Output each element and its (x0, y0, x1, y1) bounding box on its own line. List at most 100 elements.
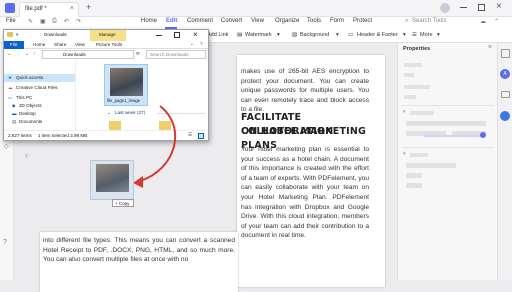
search-tools-input[interactable]: Search Tools (412, 18, 447, 24)
menu-organize[interactable]: Organize (275, 18, 299, 24)
thumbnail-view-icon[interactable] (198, 133, 204, 139)
menu-protect[interactable]: Protect (353, 18, 372, 24)
menu-view[interactable]: View (251, 18, 264, 24)
address-bar[interactable]: Downloads (42, 50, 134, 59)
menu-comment[interactable]: Comment (187, 18, 213, 24)
file-explorer-window[interactable]: ▾ Downloads Manage × File Home Share Vie… (3, 29, 209, 141)
add-link-button[interactable]: Add Link (207, 32, 228, 38)
page-right: makes use of 265-bit AES encryption to p… (237, 55, 385, 287)
paragraph-encryption[interactable]: makes use of 265-bit AES encryption to p… (241, 67, 369, 115)
placeholder-bar (406, 121, 486, 126)
help-icon[interactable]: ? (200, 41, 203, 46)
menu-tools[interactable]: Tools (307, 18, 321, 24)
address-path: Downloads (63, 52, 86, 57)
close-tab-icon[interactable]: × (70, 5, 74, 12)
menu-file[interactable]: File (6, 18, 16, 24)
group-collapse-icon[interactable]: ⌄ (107, 110, 111, 116)
ribbon-tab-file[interactable]: File (4, 41, 24, 49)
comment-icon[interactable] (501, 91, 510, 98)
nav-item-documents[interactable]: Documents (19, 119, 42, 124)
search-icon: ⌕ (405, 18, 409, 24)
paragraph-convert[interactable]: into different file types. This means yo… (43, 236, 235, 265)
search-downloads-input[interactable]: Search Downloads (146, 50, 206, 59)
placeholder-bar (406, 163, 456, 168)
menu-convert[interactable]: Convert (221, 18, 242, 24)
more-icon: ☰ (412, 32, 417, 38)
nav-item-desktop[interactable]: Desktop (19, 111, 36, 116)
ribbon-tab-home[interactable]: Home (33, 42, 45, 47)
explorer-address-row: ← → ⌄ ↑ Downloads ⟳ Search Downloads (4, 49, 208, 60)
cloud-icon[interactable]: ☁ (480, 18, 486, 25)
watermark-button[interactable]: Watermark (245, 32, 272, 38)
collapse-icon[interactable]: ⌃ (494, 18, 499, 25)
up-icon[interactable]: ↑ (33, 51, 35, 56)
nav-item-creative-cloud[interactable]: Creative Cloud Files (16, 85, 57, 90)
menu-edit-icon[interactable]: ✎ (28, 18, 33, 25)
help-icon[interactable]: ? (3, 239, 7, 246)
menu-print-icon[interactable]: ⎙ (52, 18, 57, 25)
back-icon[interactable]: ← (7, 51, 12, 56)
manage-tab[interactable]: Manage (90, 30, 126, 41)
properties-icon[interactable] (501, 49, 510, 58)
folder-thumbnail[interactable] (159, 121, 171, 130)
group-label[interactable]: Last week (27) (115, 110, 145, 115)
header-footer-button[interactable]: Header & Footer (357, 32, 398, 38)
file-name: file_page1_image (107, 98, 141, 103)
bookmark-icon[interactable]: ◇ (4, 143, 9, 150)
chevron-down-icon[interactable]: ▾ (403, 109, 406, 115)
menu-home[interactable]: Home (141, 18, 157, 24)
blue-tool-icon[interactable] (500, 111, 510, 121)
close-window-icon[interactable]: × (496, 1, 502, 12)
menu-redo-icon[interactable]: ↷ (76, 18, 81, 25)
nav-item-quick-access[interactable]: ★ Quick access (4, 74, 75, 82)
ribbon-tab-picture-tools[interactable]: Picture Tools (96, 42, 122, 47)
star-icon: ★ (8, 75, 13, 80)
copy-tooltip: + Copy (112, 199, 134, 207)
placeholder-bar (404, 73, 414, 77)
close-window-icon[interactable]: × (193, 30, 198, 39)
folder-icon (7, 32, 13, 37)
page-nav-left-icon[interactable]: ‹ (25, 150, 28, 160)
details-view-icon[interactable]: ☰ (188, 132, 192, 138)
group-divider (157, 113, 205, 114)
nav-item-3d-objects[interactable]: 3D Objects (19, 103, 42, 108)
paragraph-collaboration[interactable]: Your hotel marketing plan is essential t… (241, 145, 369, 241)
new-tab-icon[interactable]: + (86, 2, 91, 12)
menu-edit[interactable]: Edit (166, 18, 177, 24)
explorer-title: Downloads (44, 32, 67, 37)
item-count: 2,627 items (8, 133, 32, 138)
refresh-icon[interactable]: ⟳ (136, 51, 140, 57)
drag-ghost-thumbnail (96, 164, 129, 192)
maximize-icon[interactable] (174, 32, 180, 38)
minimize-icon[interactable] (156, 35, 162, 36)
file-thumbnail-selected[interactable]: file_page1_image (104, 64, 148, 106)
tab-bar: file.pdf * × + × (0, 0, 512, 17)
more-dropdown-icon[interactable]: ▾ (437, 32, 440, 38)
opacity-slider[interactable] (424, 135, 482, 137)
recent-locations-icon[interactable]: ⌄ (25, 51, 29, 57)
menu-undo-icon[interactable]: ↶ (64, 18, 69, 25)
folder-thumbnail[interactable] (109, 121, 121, 130)
background-button[interactable]: Background (300, 32, 329, 38)
opacity-slider-handle[interactable] (480, 132, 486, 138)
ribbon-tab-view[interactable]: View (75, 42, 85, 47)
quick-access-toolbar[interactable]: ▾ (16, 32, 18, 38)
ai-icon[interactable]: A (500, 69, 510, 79)
avatar[interactable] (440, 3, 450, 13)
watermark-dropdown-icon[interactable]: ▾ (277, 32, 280, 38)
background-dropdown-icon[interactable]: ▾ (336, 32, 339, 38)
header-footer-dropdown-icon[interactable]: ▾ (403, 32, 406, 38)
close-panel-icon[interactable]: × (488, 44, 492, 51)
more-button[interactable]: More (420, 32, 433, 38)
nav-item-this-pc[interactable]: This PC (16, 95, 32, 100)
chevron-down-icon[interactable]: ▾ (403, 151, 406, 157)
forward-icon[interactable]: → (16, 51, 21, 56)
minimize-icon[interactable] (460, 7, 467, 8)
maximize-icon[interactable] (478, 4, 485, 11)
menu-form[interactable]: Form (330, 18, 344, 24)
expand-ribbon-icon[interactable]: ⌄ (190, 41, 194, 47)
header-footer-icon: ▭ (348, 32, 354, 38)
document-tab[interactable]: file.pdf * × (19, 2, 79, 17)
menu-save-icon[interactable]: ▣ (40, 18, 46, 25)
ribbon-tab-share[interactable]: Share (54, 42, 66, 47)
